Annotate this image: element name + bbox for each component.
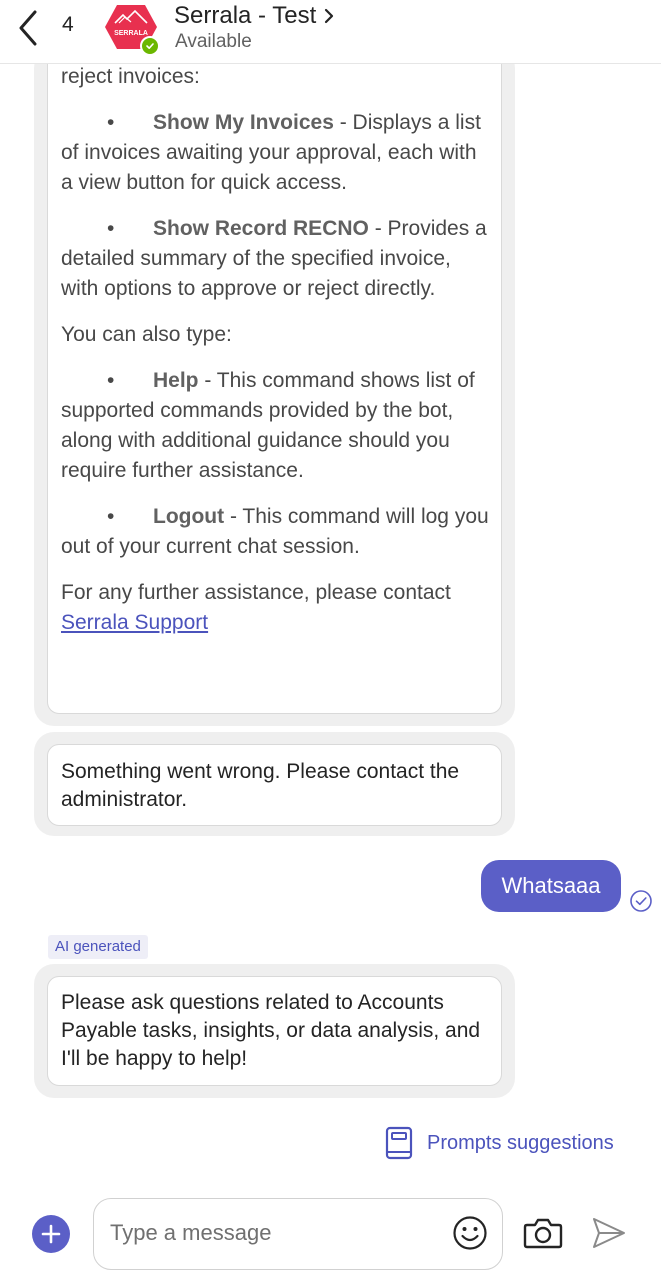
help-footer: For any further assistance, please conta… [61, 578, 489, 638]
presence-status: Available [175, 31, 252, 52]
chat-title-text[interactable]: Serrala - Test [174, 2, 316, 30]
message-input[interactable] [110, 1215, 440, 1251]
bullet: • [107, 111, 115, 134]
ai-generated-badge: AI generated [48, 935, 148, 959]
prompts-suggestions-label[interactable]: Prompts suggestions [427, 1132, 614, 1155]
command-item: • Show My Invoices - Displays a list of i… [61, 108, 489, 198]
command-name: Logout [153, 505, 225, 528]
bullet: • [107, 505, 115, 528]
chat-title[interactable]: Serrala - Test [174, 2, 334, 30]
back-button[interactable] [12, 8, 44, 48]
available-status-icon [140, 36, 160, 56]
reply-card: Please ask questions related to Accounts… [47, 976, 502, 1086]
book-icon [385, 1126, 413, 1160]
command-item: • Help - This command shows list of suppo… [61, 366, 489, 486]
command-name: Show My Invoices [153, 111, 334, 134]
user-message[interactable]: Whatsaaa [481, 860, 621, 912]
bot-message-help: reject invoices: • Show My Invoices - Dis… [34, 48, 515, 726]
bot-message-reply: Please ask questions related to Accounts… [34, 964, 515, 1098]
error-card: Something went wrong. Please contact the… [47, 744, 502, 826]
command-name: Show Record RECNO [153, 217, 369, 240]
unread-count[interactable]: 4 [62, 13, 74, 37]
command-name: Help [153, 369, 199, 392]
seen-check-icon [630, 890, 652, 912]
message-input-box[interactable] [93, 1198, 503, 1270]
plus-icon [41, 1224, 61, 1244]
bullet: • [107, 217, 115, 240]
avatar-label: SERRALA [114, 30, 148, 37]
chevron-left-icon [19, 10, 37, 46]
help-card: reject invoices: • Show My Invoices - Dis… [47, 60, 502, 714]
send-icon[interactable] [590, 1214, 628, 1252]
chat-header: 4 SERRALA Serrala - Test Available [0, 0, 661, 64]
bullet: • [107, 369, 115, 392]
camera-icon[interactable] [523, 1216, 563, 1250]
prompts-suggestions-button[interactable]: Prompts suggestions [384, 1126, 614, 1160]
command-item: • Show Record RECNO - Provides a detailed… [61, 214, 489, 304]
emoji-icon[interactable] [452, 1215, 488, 1251]
footer-text: For any further assistance, please conta… [61, 581, 451, 604]
serrala-support-link[interactable]: Serrala Support [61, 611, 208, 634]
chevron-right-icon [325, 8, 334, 24]
help-intro: reject invoices: [61, 65, 200, 88]
command-item: • Logout - This command will log you out … [61, 502, 489, 562]
also-type-text: You can also type: [61, 323, 232, 346]
bot-message-error: Something went wrong. Please contact the… [34, 732, 515, 836]
add-button[interactable] [32, 1215, 70, 1253]
